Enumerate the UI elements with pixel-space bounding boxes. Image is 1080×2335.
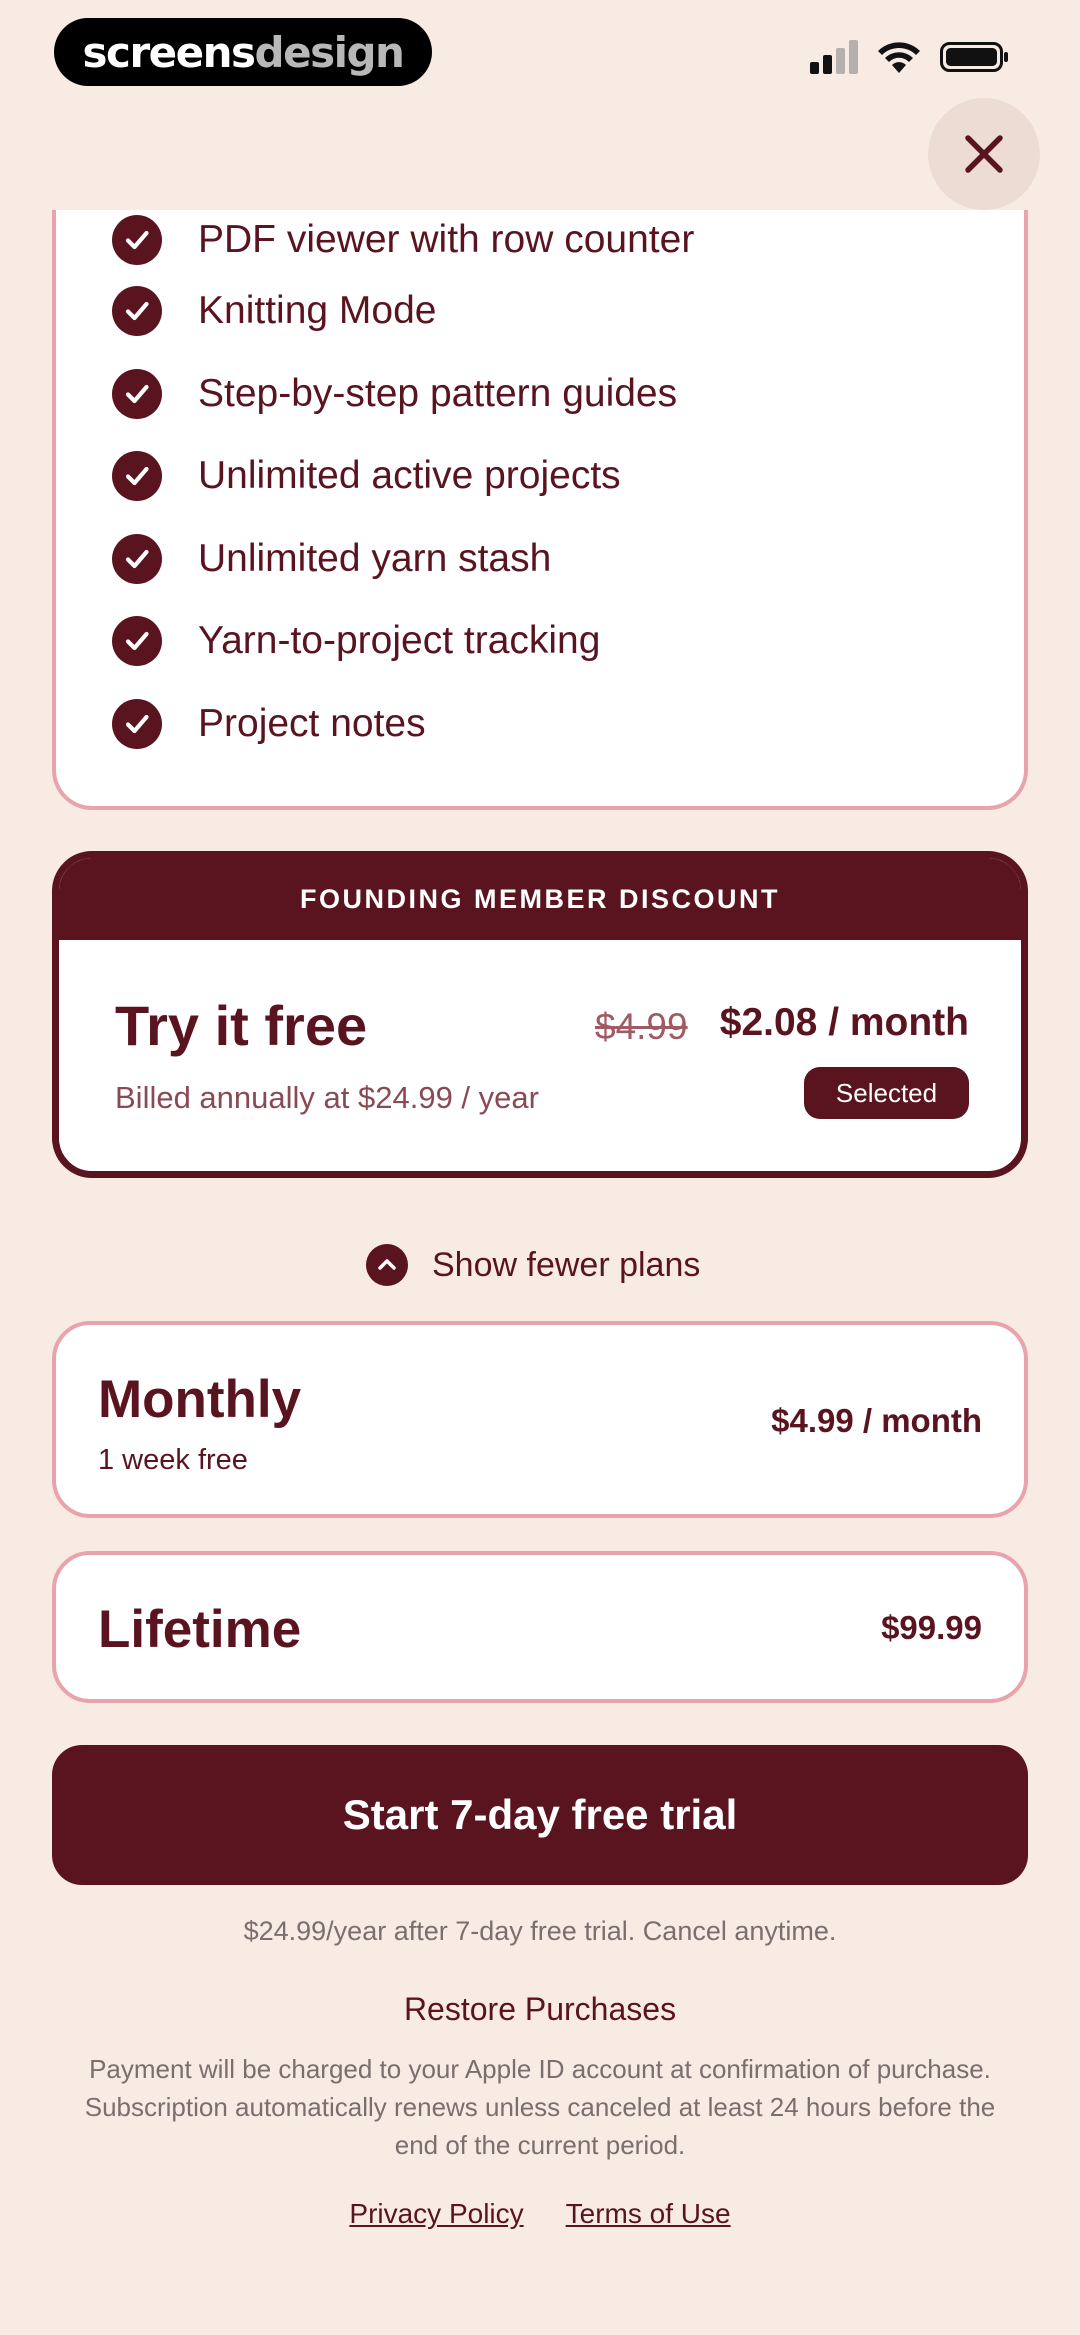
feature-label: Knitting Mode — [198, 289, 437, 333]
features-card: PDF viewer with row counter Knitting Mod… — [52, 210, 1028, 810]
plan-name: Monthly — [98, 1370, 302, 1429]
start-trial-button[interactable]: Start 7-day free trial — [52, 1745, 1028, 1885]
feature-item: Step-by-step pattern guides — [112, 353, 694, 436]
status-icons — [810, 40, 1010, 74]
feature-item: Unlimited active projects — [112, 435, 694, 518]
plan-old-price: $4.99 — [595, 1006, 688, 1047]
check-icon — [112, 533, 162, 584]
feature-label: PDF viewer with row counter — [198, 218, 695, 261]
plan-name: Lifetime — [98, 1600, 302, 1659]
plan-lifetime[interactable]: Lifetime $99.99 — [52, 1551, 1028, 1703]
legal-text: Payment will be charged to your Apple ID… — [84, 2054, 996, 2160]
brand-logo-part2: design — [254, 27, 405, 77]
signal-icon — [810, 40, 858, 74]
plan-price: $4.99 / month — [771, 1402, 982, 1439]
feature-label: Step-by-step pattern guides — [198, 371, 678, 415]
check-icon — [112, 368, 162, 419]
feature-list: PDF viewer with row counter Knitting Mod… — [112, 210, 694, 765]
check-icon — [112, 616, 162, 667]
plan-annual-founding[interactable]: FOUNDING MEMBER DISCOUNT Try it free $4.… — [52, 851, 1028, 1178]
feature-item: Project notes — [112, 683, 694, 766]
plan-monthly[interactable]: Monthly 1 week free $4.99 / month — [52, 1321, 1028, 1518]
footer-links: Privacy Policy Terms of Use — [0, 2198, 1080, 2230]
feature-label: Yarn-to-project tracking — [198, 619, 601, 663]
feature-label: Project notes — [198, 701, 426, 745]
restore-purchases-button[interactable]: Restore Purchases — [0, 1991, 1080, 2028]
plan-banner: FOUNDING MEMBER DISCOUNT — [59, 858, 1021, 940]
close-button[interactable] — [928, 98, 1040, 210]
brand-logo-part1: screens — [82, 27, 256, 77]
toggle-label: Show fewer plans — [432, 1245, 701, 1284]
feature-label: Unlimited active projects — [198, 454, 621, 498]
check-icon — [112, 286, 162, 337]
plan-title: Try it free — [115, 994, 368, 1057]
feature-item: Knitting Mode — [112, 270, 694, 353]
privacy-policy-link[interactable]: Privacy Policy — [349, 2198, 523, 2230]
close-icon — [965, 135, 1003, 173]
feature-item: PDF viewer with row counter — [112, 210, 694, 270]
check-icon — [112, 215, 162, 265]
trial-terms-text: $24.99/year after 7-day free trial. Canc… — [243, 1916, 837, 1946]
plan-trial-note: 1 week free — [98, 1444, 248, 1476]
feature-label: Unlimited yarn stash — [198, 536, 552, 580]
brand-logo: screens design — [54, 18, 432, 86]
wifi-icon — [878, 42, 920, 73]
check-icon — [112, 698, 162, 749]
plan-billing-note: Billed annually at $24.99 / year — [115, 1080, 539, 1115]
battery-icon — [940, 42, 1008, 72]
plan-price: $2.08 / month — [719, 1001, 969, 1044]
status-bar: screens design — [0, 0, 1080, 105]
check-icon — [112, 451, 162, 502]
show-fewer-plans-toggle[interactable]: Show fewer plans — [366, 1244, 700, 1286]
terms-of-use-link[interactable]: Terms of Use — [566, 2198, 731, 2230]
plan-price: $99.99 — [881, 1609, 982, 1646]
paywall-screen: screens design PDF viewer with row count… — [0, 0, 1080, 2335]
feature-item: Yarn-to-project tracking — [112, 600, 694, 683]
feature-item: Unlimited yarn stash — [112, 518, 694, 601]
chevron-up-icon — [366, 1244, 408, 1286]
selected-badge: Selected — [804, 1067, 969, 1119]
